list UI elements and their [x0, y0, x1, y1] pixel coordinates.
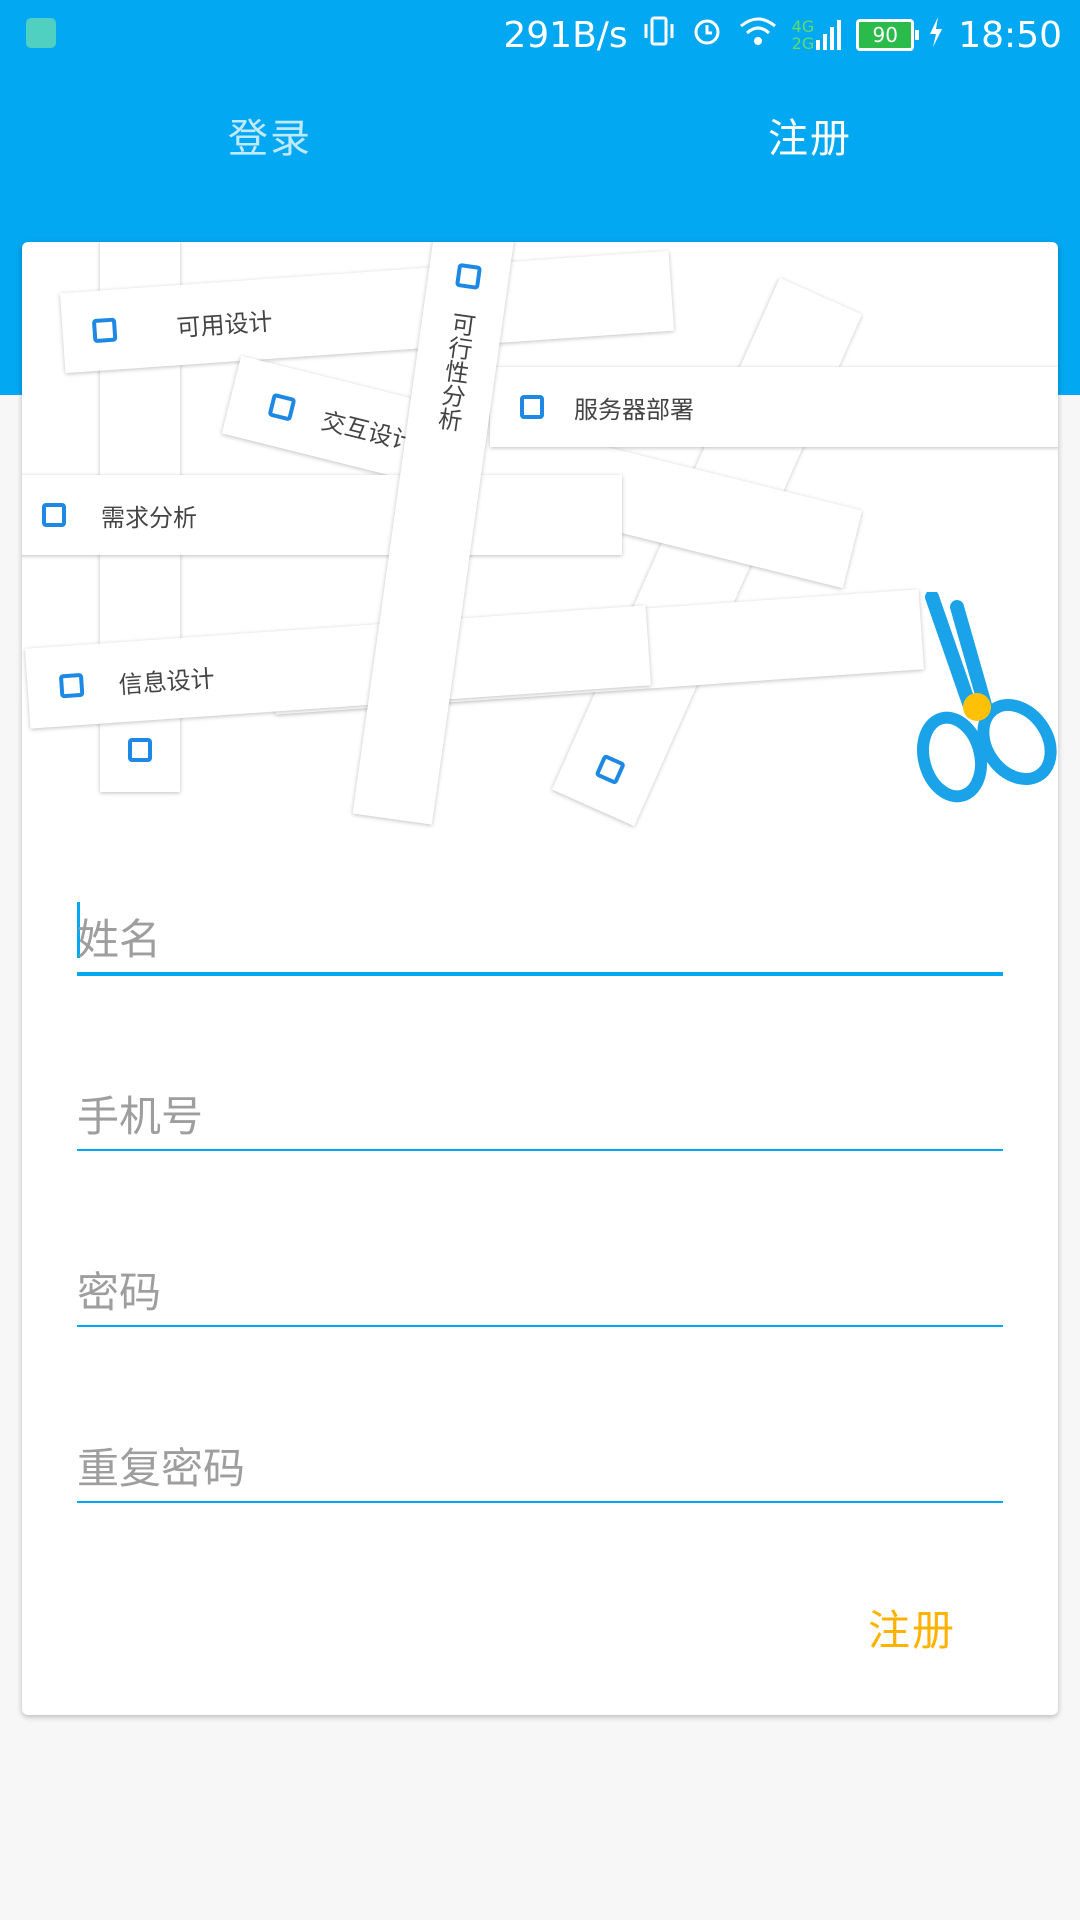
battery-level: 90	[872, 23, 898, 47]
checkbox-icon	[520, 395, 544, 419]
password-input[interactable]	[77, 1268, 1003, 1317]
name-field[interactable]	[77, 892, 1003, 976]
repeat-password-input[interactable]	[77, 1444, 1003, 1493]
register-button[interactable]: 注册	[842, 1592, 982, 1662]
network-type-4g: 4G	[791, 17, 815, 36]
task-label: 需求分析	[101, 503, 197, 532]
clock: 18:50	[958, 14, 1062, 56]
status-icons: 291B/s 4G 2G 90 18:50	[503, 10, 1062, 60]
task-label: 信息设计	[117, 664, 216, 699]
status-bar: 291B/s 4G 2G 90 18:50	[0, 0, 1080, 70]
network-type-2g: 2G	[791, 34, 815, 53]
checkbox-icon	[454, 262, 483, 290]
checkbox-icon	[91, 317, 118, 344]
tab-register[interactable]: 注册	[540, 90, 1080, 180]
alarm-icon	[690, 14, 724, 57]
repeat-password-field[interactable]	[77, 1421, 1003, 1503]
phone-field[interactable]	[77, 1069, 1003, 1151]
checkbox-icon	[128, 738, 152, 762]
tab-bar: 登录 注册	[0, 90, 1080, 180]
task-label: 服务器部署	[574, 395, 694, 424]
vibrate-icon	[642, 14, 676, 57]
password-field[interactable]	[77, 1245, 1003, 1327]
checkbox-icon	[594, 753, 627, 786]
task-label: 可用设计	[175, 307, 274, 342]
strip-requirements: 需求分析	[22, 475, 622, 555]
register-card: 可用设计 交互设计 服务器部署 需求分析 信息设计 可行性分析 姓名 手机号 注…	[22, 242, 1058, 1715]
network-speed: 291B/s	[503, 14, 628, 56]
scissors-icon	[917, 592, 1057, 803]
task-label: 可行性分析	[432, 310, 477, 433]
battery-icon: 90	[856, 19, 920, 51]
task-illustration: 可用设计 交互设计 服务器部署 需求分析 信息设计 可行性分析	[22, 242, 1058, 842]
wifi-icon	[738, 14, 778, 57]
cellular-icon: 4G 2G	[792, 18, 843, 52]
strip-server-deploy: 服务器部署	[490, 367, 1058, 447]
checkbox-icon	[58, 672, 85, 699]
name-input[interactable]	[77, 915, 1003, 964]
charging-icon	[928, 15, 944, 56]
android-notification-icon	[26, 18, 56, 48]
checkbox-icon	[267, 392, 297, 422]
tab-login[interactable]: 登录	[0, 90, 540, 180]
checkbox-icon	[42, 503, 66, 527]
phone-input[interactable]	[77, 1092, 1003, 1141]
